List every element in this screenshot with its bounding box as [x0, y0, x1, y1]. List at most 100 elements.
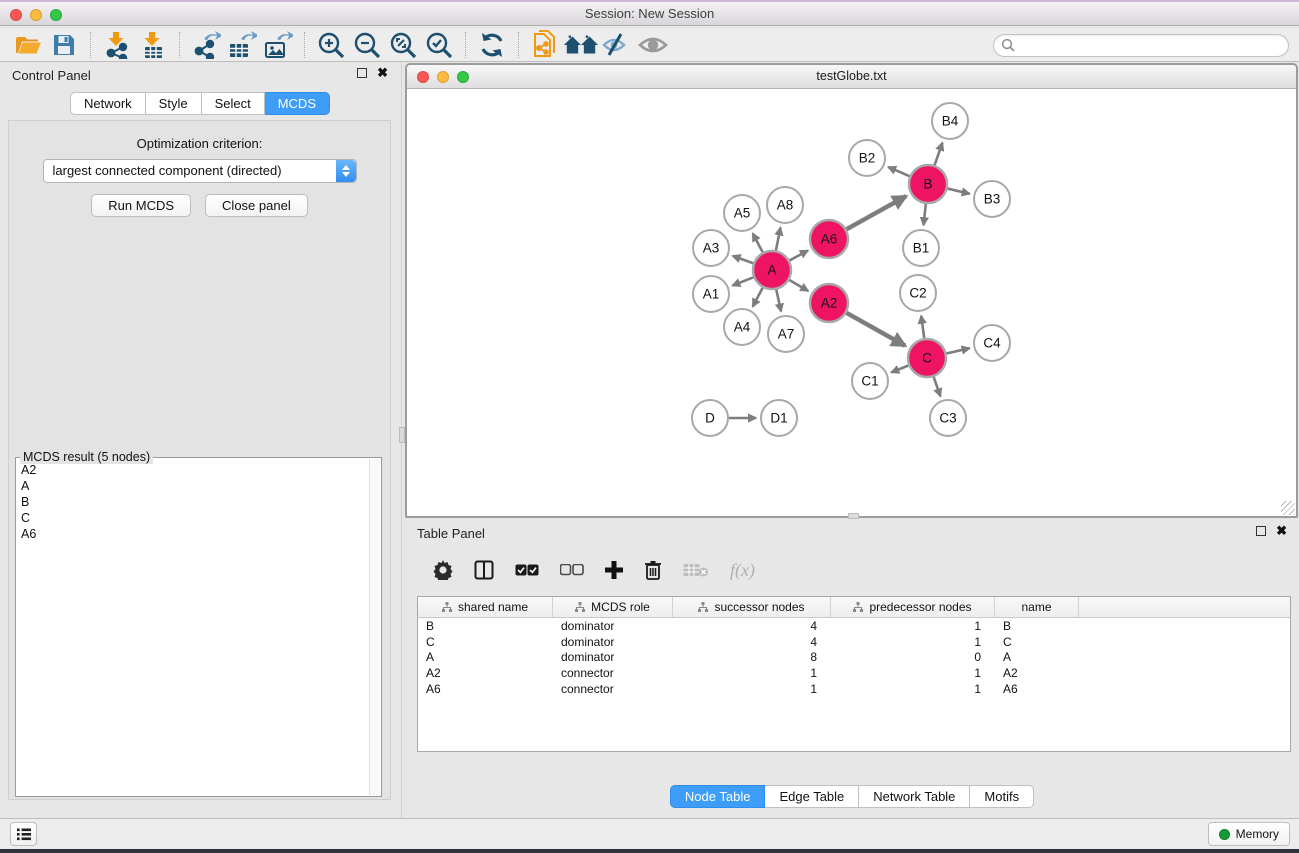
mcds-result-item[interactable]: B — [21, 494, 369, 510]
graph-edge-C-C1[interactable] — [891, 365, 908, 372]
graph-edge-B-B3[interactable] — [947, 189, 969, 194]
graph-node-A3[interactable]: A3 — [693, 230, 729, 266]
table-row[interactable]: Cdominator41C — [418, 634, 1290, 650]
graph-edge-A-A1[interactable] — [732, 277, 753, 285]
export-network-button[interactable] — [188, 30, 224, 60]
graph-edge-A-A5[interactable] — [753, 233, 763, 252]
network-minimize-button[interactable] — [437, 71, 449, 83]
horizontal-split-grip[interactable] — [848, 513, 859, 519]
network-close-button[interactable] — [417, 71, 429, 83]
delete-columns-button[interactable] — [644, 560, 662, 580]
graph-node-C4[interactable]: C4 — [974, 325, 1010, 361]
table-row[interactable]: A2connector11A2 — [418, 665, 1290, 681]
close-panel-button[interactable]: Close panel — [205, 194, 308, 217]
export-image-button[interactable] — [260, 30, 296, 60]
column-header-MCDS-role[interactable]: MCDS role — [553, 597, 673, 617]
zoom-window-button[interactable] — [50, 9, 62, 21]
table-row[interactable]: Adominator80A — [418, 650, 1290, 666]
graph-node-A7[interactable]: A7 — [768, 316, 804, 352]
graph-edge-A-A7[interactable] — [776, 290, 781, 312]
open-session-button[interactable] — [10, 30, 46, 60]
network-window-titlebar[interactable]: testGlobe.txt — [407, 65, 1296, 89]
graph-node-A8[interactable]: A8 — [767, 187, 803, 223]
graph-edge-B-B1[interactable] — [924, 204, 926, 225]
graph-edge-A-A4[interactable] — [753, 288, 763, 307]
tab-mcds[interactable]: MCDS — [265, 92, 330, 115]
column-header-predecessor-nodes[interactable]: predecessor nodes — [831, 597, 995, 617]
table-row[interactable]: Bdominator41B — [418, 618, 1290, 634]
graph-node-C[interactable]: C — [908, 339, 946, 377]
run-mcds-button[interactable]: Run MCDS — [91, 194, 191, 217]
graph-node-D1[interactable]: D1 — [761, 400, 797, 436]
tab-network[interactable]: Network — [70, 92, 146, 115]
graph-node-B3[interactable]: B3 — [974, 181, 1010, 217]
graph-node-A1[interactable]: A1 — [693, 276, 729, 312]
mcds-result-item[interactable]: A6 — [21, 526, 369, 542]
graph-edge-A-A8[interactable] — [776, 228, 781, 251]
export-table-button[interactable] — [224, 30, 260, 60]
tab-select[interactable]: Select — [202, 92, 265, 115]
zoom-fit-button[interactable] — [385, 30, 421, 60]
graph-node-A6[interactable]: A6 — [810, 220, 848, 258]
column-header-name[interactable]: name — [995, 597, 1079, 617]
table-row[interactable]: A6connector11A6 — [418, 681, 1290, 697]
close-table-panel-icon[interactable]: ✖ — [1276, 526, 1287, 536]
show-all-button[interactable] — [635, 30, 671, 60]
graph-node-C2[interactable]: C2 — [900, 275, 936, 311]
save-session-button[interactable] — [46, 30, 82, 60]
zoom-out-button[interactable] — [349, 30, 385, 60]
zoom-selected-button[interactable] — [421, 30, 457, 60]
graph-node-D[interactable]: D — [692, 400, 728, 436]
graph-edge-C-C3[interactable] — [934, 377, 941, 396]
optimization-criterion-dropdown[interactable]: largest connected component (directed) — [43, 159, 357, 183]
zoom-in-button[interactable] — [313, 30, 349, 60]
create-new-column-button[interactable] — [605, 561, 623, 579]
new-network-from-selection-button[interactable] — [527, 30, 563, 60]
toggle-column-panel-button[interactable] — [474, 560, 494, 580]
graph-edge-C-C2[interactable] — [921, 316, 924, 338]
graph-edge-A-A3[interactable] — [733, 256, 754, 263]
graph-node-A2[interactable]: A2 — [810, 284, 848, 322]
graph-edge-A6-B[interactable] — [846, 196, 906, 229]
graph-node-A4[interactable]: A4 — [724, 309, 760, 345]
table-settings-button[interactable] — [433, 560, 453, 580]
column-header-successor-nodes[interactable]: successor nodes — [673, 597, 831, 617]
network-zoom-button[interactable] — [457, 71, 469, 83]
search-input[interactable] — [1020, 38, 1281, 52]
tab-style[interactable]: Style — [146, 92, 202, 115]
refresh-view-button[interactable] — [474, 30, 510, 60]
memory-button[interactable]: Memory — [1208, 822, 1290, 846]
graph-edge-C-C4[interactable] — [946, 348, 969, 353]
graph-node-A[interactable]: A — [753, 251, 791, 289]
select-all-columns-button[interactable] — [515, 564, 539, 576]
column-header-shared-name[interactable]: shared name — [418, 597, 553, 617]
graph-edge-A-A6[interactable] — [790, 250, 808, 260]
graph-edge-B-B4[interactable] — [935, 143, 943, 165]
graph-node-A5[interactable]: A5 — [724, 195, 760, 231]
hide-selected-button[interactable] — [599, 30, 635, 60]
close-panel-icon[interactable]: ✖ — [377, 68, 388, 78]
deselect-all-columns-button[interactable] — [560, 564, 584, 576]
import-table-button[interactable] — [135, 30, 171, 60]
close-window-button[interactable] — [10, 9, 22, 21]
graph-edge-A-A2[interactable] — [789, 280, 808, 291]
window-resize-grip[interactable] — [1281, 501, 1295, 515]
tab-network-table[interactable]: Network Table — [859, 785, 970, 808]
graph-edge-B-B2[interactable] — [888, 167, 909, 176]
tab-motifs[interactable]: Motifs — [970, 785, 1034, 808]
graph-node-C3[interactable]: C3 — [930, 400, 966, 436]
graph-node-C1[interactable]: C1 — [852, 363, 888, 399]
tab-node-table[interactable]: Node Table — [670, 785, 766, 808]
graph-node-B[interactable]: B — [909, 165, 947, 203]
result-scrollbar[interactable] — [369, 459, 380, 795]
network-canvas[interactable]: AA1A2A3A4A5A6A7A8BB1B2B3B4CC1C2C3C4DD1 — [407, 90, 1296, 516]
dropdown-stepper-icon[interactable] — [336, 160, 356, 182]
first-neighbors-button[interactable] — [563, 30, 599, 60]
import-network-button[interactable] — [99, 30, 135, 60]
float-table-panel-icon[interactable] — [1256, 526, 1266, 536]
tab-edge-table[interactable]: Edge Table — [765, 785, 859, 808]
mcds-result-item[interactable]: A2 — [21, 462, 369, 478]
graph-edge-A2-C[interactable] — [846, 313, 905, 346]
graph-node-B2[interactable]: B2 — [849, 140, 885, 176]
mcds-result-item[interactable]: C — [21, 510, 369, 526]
